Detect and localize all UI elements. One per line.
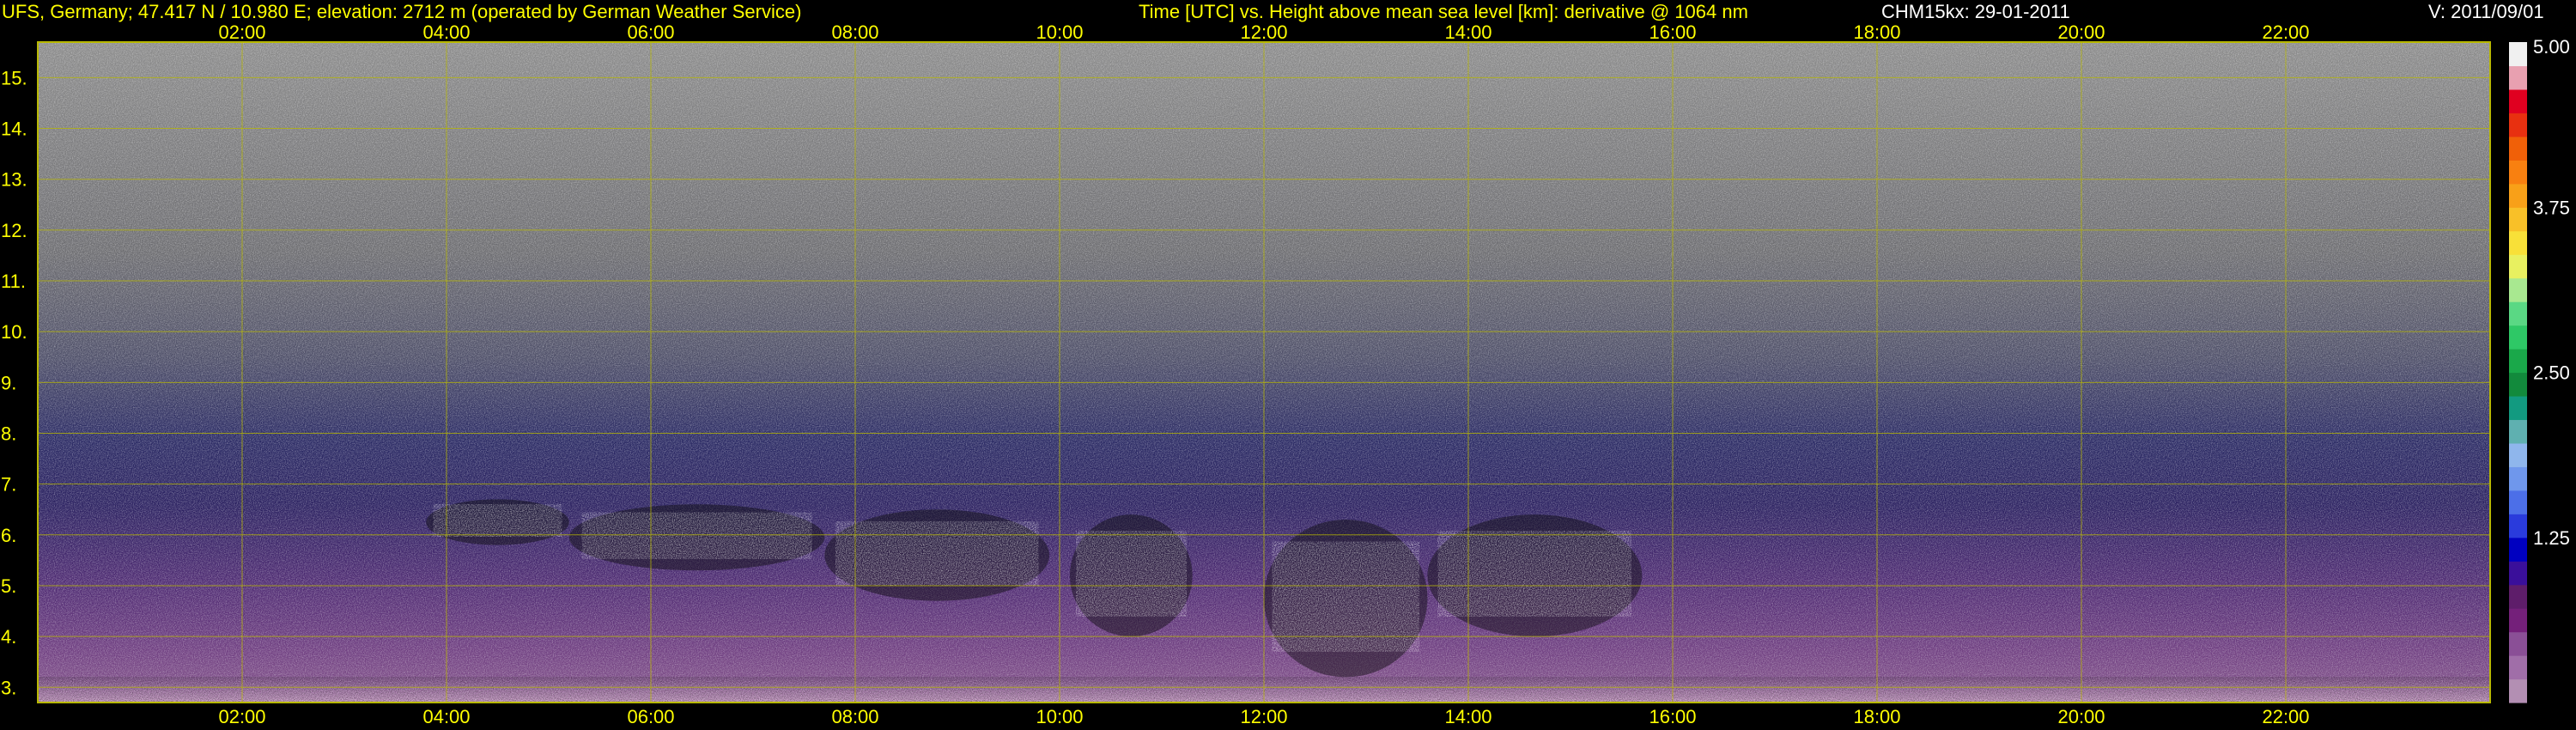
colorbar-swatch-24 [2509, 113, 2527, 137]
colorbar-swatch-25 [2509, 88, 2527, 113]
colorbar-tick-label-2: 3.75 [2533, 197, 2570, 218]
lidar-backscatter-chart: 02:00 02:00 04:00 04:00 06:00 06:00 08:00 08:00… [1, 21, 2570, 727]
x-tick-label-bottom-7: 16:00 [1649, 706, 1696, 727]
colorbar-swatch-16 [2509, 301, 2527, 326]
colorbar-swatch-1 [2509, 655, 2527, 680]
colorbar-swatch-22 [2509, 160, 2527, 185]
colorbar-swatch-27 [2509, 42, 2527, 67]
colorbar-swatch-2 [2509, 631, 2527, 656]
x-tick-label-bottom-4: 10:00 [1036, 706, 1083, 727]
y-tick-label-9: 12. [1, 220, 27, 241]
colorbar-swatch-19 [2509, 230, 2527, 255]
x-tick-label-top-10: 22:00 [2262, 21, 2309, 43]
x-tick-label-bottom-10: 22:00 [2262, 706, 2309, 727]
colorbar-swatch-20 [2509, 207, 2527, 232]
x-tick-label-top-0: 02:00 [218, 21, 265, 43]
y-tick-label-7: 10. [1, 321, 27, 343]
colorbar-tick-label-1: 2.50 [2533, 362, 2570, 384]
y-tick-label-10: 13. [1, 169, 27, 191]
cloud-feature-2 [835, 521, 1039, 586]
colorbar-swatch-17 [2509, 277, 2527, 302]
y-tick-label-6: 9. [1, 372, 16, 393]
x-tick-label-top-9: 20:00 [2057, 21, 2105, 43]
colorbar-tick-label-3: 5.00 [2533, 36, 2570, 58]
x-tick-label-top-4: 10:00 [1036, 21, 1083, 43]
colorbar-swatch-10 [2509, 442, 2527, 467]
colorbar-swatch-23 [2509, 136, 2527, 161]
colorbar-swatch-26 [2509, 65, 2527, 90]
colorbar-swatch-6 [2509, 537, 2527, 562]
colorbar-swatch-0 [2509, 678, 2527, 703]
y-tick-label-12: 15. [1, 67, 27, 88]
x-tick-label-top-5: 12:00 [1240, 21, 1287, 43]
cloud-feature-3 [1076, 531, 1187, 617]
colorbar-swatch-5 [2509, 561, 2527, 586]
x-tick-label-top-8: 18:00 [1853, 21, 1900, 43]
x-tick-label-bottom-3: 08:00 [831, 706, 878, 727]
x-tick-label-bottom-2: 06:00 [627, 706, 674, 727]
y-tick-label-3: 6. [1, 525, 16, 546]
colorbar-swatch-18 [2509, 254, 2527, 279]
y-tick-label-11: 14. [1, 119, 27, 140]
y-tick-label-2: 5. [1, 575, 16, 597]
colorbar-swatch-8 [2509, 490, 2527, 514]
x-tick-label-bottom-6: 14:00 [1444, 706, 1492, 727]
colorbar-swatch-15 [2509, 325, 2527, 350]
colorbar-swatch-14 [2509, 349, 2527, 374]
colorbar-tick-label-0: 1.25 [2533, 527, 2570, 549]
cloud-feature-0 [433, 504, 562, 537]
colorbar-swatch-7 [2509, 514, 2527, 538]
x-tick-label-bottom-0: 02:00 [218, 706, 265, 727]
colorbar-swatch-12 [2509, 395, 2527, 421]
x-tick-label-top-2: 06:00 [627, 21, 674, 43]
x-tick-label-top-7: 16:00 [1649, 21, 1696, 43]
y-tick-label-1: 4. [1, 626, 16, 648]
x-tick-label-bottom-1: 04:00 [422, 706, 470, 727]
colorbar-swatch-21 [2509, 183, 2527, 208]
cloud-feature-1 [581, 512, 812, 559]
x-tick-label-bottom-9: 20:00 [2057, 706, 2105, 727]
colorbar-swatch-13 [2509, 372, 2527, 397]
x-tick-label-top-3: 08:00 [831, 21, 878, 43]
x-tick-label-bottom-5: 12:00 [1240, 706, 1287, 727]
y-tick-label-5: 8. [1, 423, 16, 444]
colorbar-swatch-4 [2509, 584, 2527, 609]
cloud-feature-5 [1437, 531, 1631, 617]
x-tick-label-top-6: 14:00 [1444, 21, 1492, 43]
colorbar-swatch-9 [2509, 466, 2527, 491]
x-tick-label-top-1: 04:00 [422, 21, 470, 43]
y-tick-label-0: 3. [1, 677, 16, 698]
cloud-feature-4 [1272, 541, 1419, 652]
y-tick-label-8: 11. [1, 271, 26, 292]
colorbar-swatch-11 [2509, 419, 2527, 444]
y-tick-label-4: 7. [1, 474, 16, 496]
colorbar-swatch-3 [2509, 608, 2527, 633]
x-tick-label-bottom-8: 18:00 [1853, 706, 1900, 727]
